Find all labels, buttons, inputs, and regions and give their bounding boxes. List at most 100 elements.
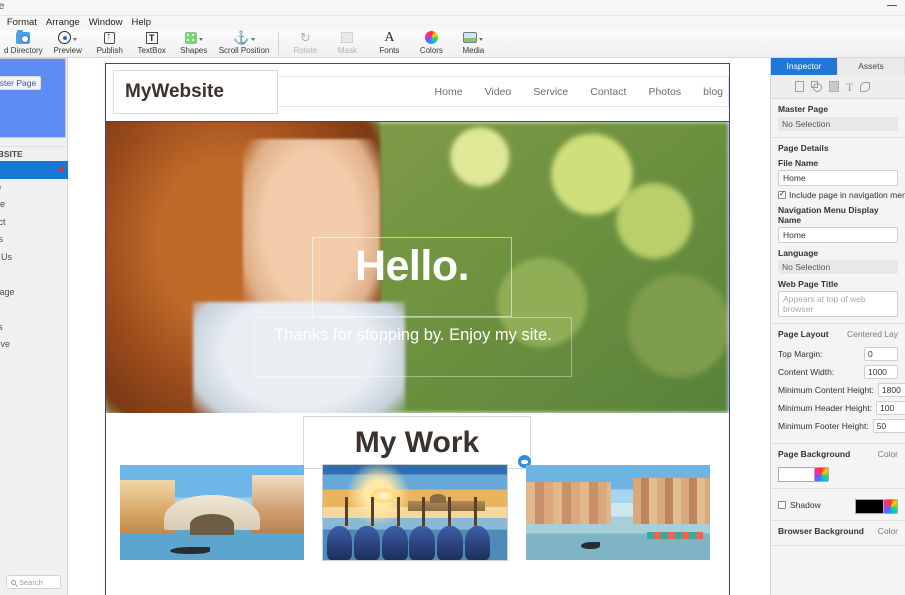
- toolbar-button-fonts[interactable]: A Fonts: [368, 30, 410, 58]
- minimize-button[interactable]: [887, 5, 897, 6]
- sidebar-page-item[interactable]: rvice: [0, 196, 68, 214]
- text-icon[interactable]: T: [846, 81, 853, 93]
- chevron-down-icon[interactable]: [479, 37, 484, 41]
- master-page-section: Master Page No Selection: [771, 99, 905, 138]
- include-in-nav-checkbox[interactable]: Include page in navigation menu: [778, 189, 905, 200]
- menu-bar: rtFormatArrangeWindowHelp: [0, 16, 905, 30]
- chevron-down-icon[interactable]: [73, 37, 78, 41]
- fonts-icon: A: [384, 30, 395, 45]
- toolbar-button-colors[interactable]: Colors: [410, 30, 452, 58]
- shadow-swatch[interactable]: [855, 499, 883, 514]
- toolbar-button-media[interactable]: Media: [452, 30, 494, 58]
- layout-field-label: Minimum Header Height:: [778, 403, 873, 413]
- master-page-thumbnail[interactable]: er Master Page: [0, 58, 66, 138]
- toolbar-button-shapes[interactable]: Shapes: [173, 30, 215, 58]
- chevron-down-icon[interactable]: [251, 37, 256, 41]
- gallery-item[interactable]: [120, 465, 304, 560]
- inspector-tab-assets[interactable]: Assets: [838, 58, 905, 75]
- nav-link-service[interactable]: Service: [533, 86, 568, 98]
- sidebar-page-item[interactable]: rchive: [0, 336, 68, 354]
- toolbar-button-label: d Directory: [4, 46, 43, 55]
- master-page-value[interactable]: No Selection: [778, 117, 898, 131]
- checkbox-box: [778, 189, 786, 199]
- page-background-color-label: Color: [877, 449, 898, 459]
- sidebar-page-item[interactable]: 4 Page: [0, 284, 68, 302]
- layout-field-row: Minimum Header Height: 100: [778, 401, 905, 415]
- nav-link-contact[interactable]: Contact: [590, 86, 626, 98]
- toolbar-button-label: Fonts: [379, 46, 400, 55]
- browser-background-heading: Browser Background: [778, 526, 864, 536]
- toolbar-button-textbox[interactable]: T TextBox: [131, 30, 173, 58]
- toolbar-button-preview[interactable]: Preview: [47, 30, 89, 58]
- page-layout-mode[interactable]: Centered Lay: [847, 329, 898, 339]
- inspector-tabs: Inspector Assets: [771, 58, 905, 75]
- toolbar-button-mask: Mask: [326, 30, 368, 58]
- master-page-label: Master Page: [778, 104, 829, 114]
- mask-icon: [341, 30, 354, 45]
- language-value[interactable]: No Selection: [778, 260, 898, 274]
- toolbar-button-label: Scroll Position: [218, 46, 270, 55]
- shape-icon[interactable]: [811, 81, 822, 92]
- sidebar-page-item[interactable]: osts: [0, 319, 68, 337]
- rotate-icon: ↻: [299, 30, 311, 45]
- menu-item-arrange[interactable]: Arrange: [46, 16, 80, 30]
- work-heading-box[interactable]: My Work: [303, 416, 531, 469]
- toolbar-button-publish[interactable]: Publish: [89, 30, 131, 58]
- file-name-field[interactable]: Home: [778, 170, 898, 186]
- gallery-item[interactable]: [526, 465, 710, 560]
- sidebar-page-item[interactable]: op: [0, 266, 68, 284]
- sidebar-page-label: out Us: [0, 251, 13, 262]
- layout-field-value[interactable]: 1000: [864, 365, 898, 379]
- menu-item-help[interactable]: Help: [132, 16, 152, 30]
- color-wheel-icon[interactable]: [814, 467, 829, 482]
- eye-icon: [58, 30, 78, 45]
- app-window: te rtFormatArrangeWindowHelp d Directory…: [0, 0, 905, 595]
- nav-link-photos[interactable]: Photos: [648, 86, 681, 98]
- sidebar-page-item[interactable]: og: [0, 301, 68, 319]
- layout-field-value[interactable]: 1800: [877, 383, 905, 397]
- layout-field-value[interactable]: 0: [864, 347, 898, 361]
- layout-field-value[interactable]: 50: [872, 419, 905, 433]
- color-wheel-icon[interactable]: [883, 499, 898, 514]
- menu-item-format[interactable]: Format: [7, 16, 37, 30]
- shadow-checkbox[interactable]: Shadow: [778, 500, 821, 510]
- link-icon[interactable]: [860, 81, 871, 92]
- page-layout-heading: Page Layout: [778, 329, 829, 339]
- sidebar-page-item[interactable]: out Us: [0, 249, 68, 267]
- work-heading: My Work: [354, 425, 480, 459]
- inspector-icon-bar: T: [771, 75, 905, 99]
- page-background-heading: Page Background: [778, 449, 851, 459]
- web-page-title-field[interactable]: Appears at top of web browser: [778, 291, 898, 317]
- sidebar-page-item[interactable]: ntact: [0, 214, 68, 232]
- nav-link-video[interactable]: Video: [485, 86, 512, 98]
- menu-item-window[interactable]: Window: [89, 16, 123, 30]
- toolbar-button-label: TextBox: [137, 46, 166, 55]
- sidebar-page-item[interactable]: deo: [0, 179, 68, 197]
- site-navigation[interactable]: Home Video Service Contact Photos blog: [278, 76, 729, 107]
- browser-background-section: Browser Background Color: [771, 521, 905, 546]
- sidebar-page-item[interactable]: me: [0, 161, 68, 179]
- layout-field-row: Top Margin: 0: [778, 347, 898, 361]
- gallery-item[interactable]: [322, 464, 508, 561]
- nav-display-field[interactable]: Home: [778, 227, 898, 243]
- layout-field-value[interactable]: 100: [876, 401, 905, 415]
- search-input[interactable]: Search: [6, 575, 61, 589]
- nav-link-blog[interactable]: blog: [703, 86, 723, 98]
- master-page-chip[interactable]: Master Page: [0, 76, 42, 90]
- page-icon[interactable]: [795, 81, 804, 92]
- chevron-down-icon[interactable]: [198, 37, 203, 41]
- toolbar-button-d-directory[interactable]: d Directory: [0, 29, 47, 58]
- page-layout-fields: Top Margin: 0 Content Width: 1000 Minimum Co…: [778, 347, 905, 433]
- site-logo-text: MyWebsite: [125, 81, 224, 102]
- page-background-swatch[interactable]: [778, 467, 814, 482]
- align-icon[interactable]: [829, 81, 839, 92]
- inspector-tab-inspector[interactable]: Inspector: [771, 58, 838, 75]
- sidebar-page-item[interactable]: otos: [0, 231, 68, 249]
- toolbar-button-scroll-position[interactable]: ⚓ Scroll Position: [215, 30, 274, 58]
- page-background-section: Page Background Color: [771, 444, 905, 489]
- site-logo-box[interactable]: MyWebsite: [113, 70, 278, 114]
- nav-link-home[interactable]: Home: [435, 86, 463, 98]
- include-in-nav-label: Include page in navigation menu: [789, 190, 905, 200]
- design-canvas[interactable]: MyWebsite Home Video Service Contact Photos b…: [68, 58, 770, 595]
- hero-section[interactable]: Hello. Thanks for stopping by. Enjoy my …: [106, 122, 729, 413]
